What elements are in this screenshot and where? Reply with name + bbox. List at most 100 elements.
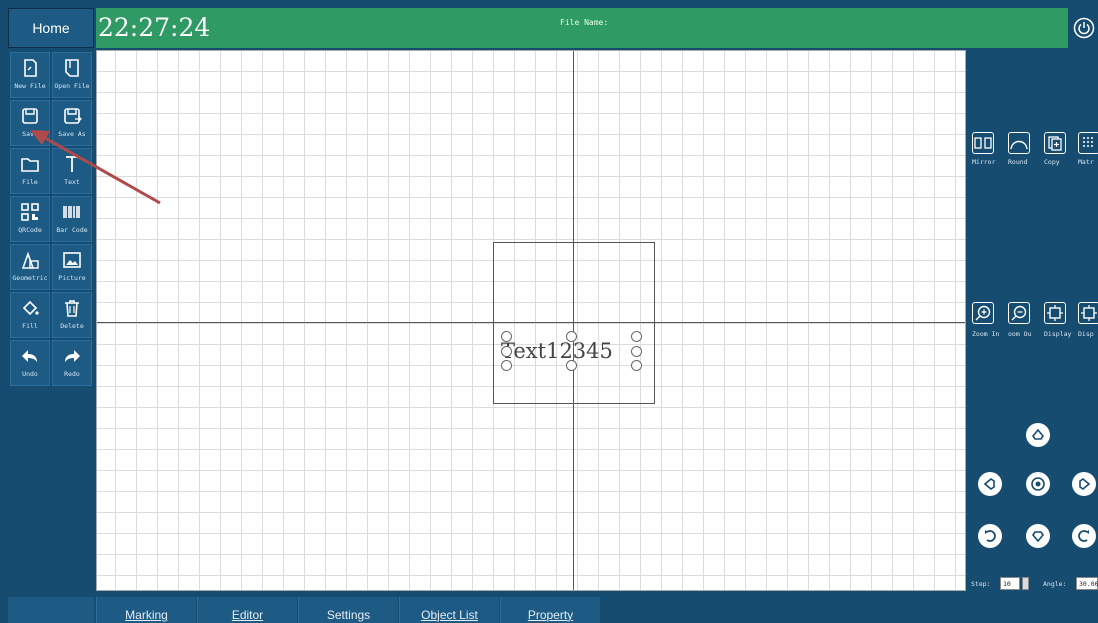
picture-icon [63,252,81,268]
drawing-canvas[interactable]: Text12345 [96,50,966,591]
qrcode-icon [21,203,39,221]
resize-handle-bottom-right[interactable] [631,360,642,371]
display-icon [1047,305,1063,321]
text-icon [66,156,78,172]
bottom-left-panel [8,597,94,623]
header-bar [96,8,1068,48]
picture-label: Picture [58,274,86,282]
center-button[interactable] [1026,472,1050,496]
mirror-button[interactable] [972,132,994,154]
tab-property[interactable]: Property [500,597,600,623]
save-as-label: Save As [58,130,86,138]
step-input[interactable]: 10 [1000,577,1020,590]
resize-handle-middle-right[interactable] [631,346,642,357]
new-file-button[interactable]: New File [10,52,50,98]
zoom-in-button[interactable] [972,302,994,324]
home-button[interactable]: Home [8,8,94,48]
zoom-out-label: oom Ou [1008,330,1032,338]
copy-label: Copy [1044,158,1060,166]
undo-label: Undo [22,370,38,378]
tab-property-label: Property [527,608,574,622]
display-button[interactable] [1044,302,1066,324]
display-2-label: Disp [1078,330,1094,338]
tab-object-list[interactable]: Object List [399,597,499,623]
undo-button[interactable]: Undo [10,340,50,386]
tab-editor[interactable]: Editor [197,597,297,623]
save-label: Save [22,130,38,138]
redo-label: Redo [64,370,80,378]
tab-editor-label: Editor [231,608,264,622]
arrow-up-icon [1032,428,1044,440]
redo-icon [65,350,80,362]
fill-label: Fill [22,322,38,330]
matrix-icon [1083,137,1093,147]
text-object[interactable]: Text12345 [501,339,613,363]
resize-handle-bottom-left[interactable] [501,360,512,371]
text-label: Text [64,178,80,186]
fill-icon [22,300,39,316]
qrcode-button[interactable]: QRCode [10,196,50,242]
rotate-right-button[interactable] [1072,524,1096,548]
power-button[interactable] [1070,8,1098,48]
round-label: Round [1008,158,1028,166]
save-icon [22,108,38,124]
power-icon [1073,17,1095,39]
step-label: Step: [971,580,991,588]
copy-button[interactable] [1044,132,1066,154]
move-right-button[interactable] [1072,472,1096,496]
tab-marking[interactable]: Marking [96,597,196,623]
delete-label: Delete [60,322,84,330]
resize-handle-bottom-center[interactable] [566,360,577,371]
display-icon [1081,305,1097,321]
new-file-icon [24,59,37,77]
qrcode-label: QRCode [18,226,42,234]
arrow-left-icon [983,478,995,490]
tab-settings-label: Settings [326,608,371,622]
file-name-label: File Name: [560,18,609,27]
left-toolbar: New File Open File Save Save As File Tex… [8,50,94,591]
save-as-button[interactable]: Save As [52,100,92,146]
resize-handle-top-left[interactable] [501,331,512,342]
zoom-out-button[interactable] [1008,302,1030,324]
geometric-label: Geometric [12,274,48,282]
move-up-button[interactable] [1026,423,1050,447]
matrix-button[interactable] [1078,132,1098,154]
move-left-button[interactable] [978,472,1002,496]
save-button[interactable]: Save [10,100,50,146]
delete-button[interactable]: Delete [52,292,92,338]
resize-handle-middle-left[interactable] [501,346,512,357]
barcode-button[interactable]: Bar Code [52,196,92,242]
clock: 22:27:24 [98,13,211,42]
zoom-out-icon [1011,305,1027,321]
tab-marking-label: Marking [125,608,168,622]
geometric-icon [21,251,39,269]
arrow-right-icon [1079,478,1091,490]
arrow-down-icon [1032,531,1044,543]
file-button[interactable]: File [10,148,50,194]
rotate-right-icon [1078,530,1089,542]
move-down-button[interactable] [1026,524,1050,548]
rotate-left-icon [985,530,996,542]
resize-handle-top-right[interactable] [631,331,642,342]
matrix-label: Matr [1078,158,1094,166]
picture-button[interactable]: Picture [52,244,92,290]
save-as-icon [64,108,82,124]
barcode-icon [63,206,80,218]
fill-button[interactable]: Fill [10,292,50,338]
open-file-button[interactable]: Open File [52,52,92,98]
step-spinner[interactable] [1022,577,1029,590]
resize-handle-top-center[interactable] [566,331,577,342]
geometric-button[interactable]: Geometric [10,244,50,290]
round-button[interactable] [1008,132,1030,154]
mirror-label: Mirror [972,158,996,166]
redo-button[interactable]: Redo [52,340,92,386]
text-button[interactable]: Text [52,148,92,194]
angle-input[interactable]: 30.00 [1076,577,1098,590]
barcode-label: Bar Code [56,226,88,234]
display-2-button[interactable] [1078,302,1098,324]
marking-area-box [493,242,655,404]
tab-settings[interactable]: Settings [298,597,398,623]
file-label: File [22,178,38,186]
rotate-left-button[interactable] [978,524,1002,548]
zoom-in-label: Zoom In [972,330,1000,338]
